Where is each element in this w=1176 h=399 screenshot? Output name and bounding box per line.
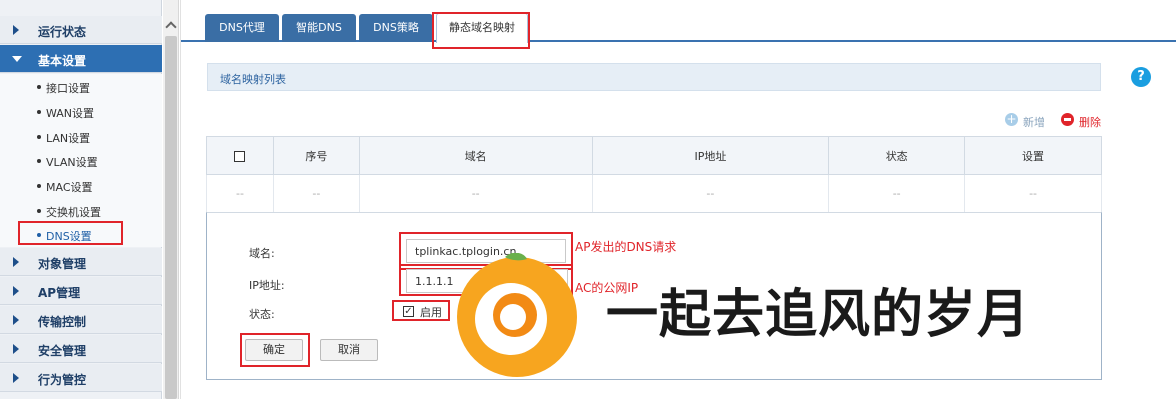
sidebar-item-ap-management[interactable]: AP管理	[0, 277, 162, 305]
sidebar-item-basic-settings[interactable]: 基本设置	[0, 45, 162, 73]
domain-mapping-table: 序号 域名 IP地址 状态 设置 -- -- -- -- -- --	[206, 136, 1102, 213]
table-cell: --	[591, 174, 830, 213]
sidebar: 运行状态 基本设置 接口设置 WAN设置 LAN设置 VLAN设置 MAC设置 …	[0, 0, 162, 399]
sidebar-item-label: 运行状态	[38, 25, 87, 39]
help-icon[interactable]: ?	[1131, 67, 1151, 87]
table-cell: --	[828, 174, 966, 213]
bullet-icon	[37, 135, 41, 139]
status-label: 状态:	[249, 308, 275, 321]
bullet-icon	[37, 159, 41, 163]
table-cell: --	[206, 174, 274, 213]
sidebar-subitem-lan[interactable]: LAN设置	[0, 124, 162, 149]
column-header: IP地址	[591, 136, 830, 175]
sidebar-subitem-mac[interactable]: MAC设置	[0, 173, 162, 198]
select-all-header[interactable]	[206, 136, 274, 175]
list-section-header: 域名映射列表	[207, 63, 1101, 91]
caret-right-icon	[13, 344, 19, 354]
bullet-icon	[37, 184, 41, 188]
table-row: -- -- -- -- -- --	[206, 174, 1102, 213]
caret-right-icon	[13, 286, 19, 296]
caret-right-icon	[13, 373, 19, 383]
sidebar-item-label: 基本设置	[38, 54, 87, 68]
tab-bar: DNS代理 智能DNS DNS策略 静态域名映射	[181, 13, 1176, 43]
sidebar-subitem-label: 接口设置	[46, 82, 90, 95]
cancel-button[interactable]: 取消	[320, 339, 378, 361]
sidebar-subitem-label: LAN设置	[46, 132, 91, 145]
ip-label: IP地址:	[249, 279, 285, 292]
bullet-icon	[37, 110, 41, 114]
column-header: 序号	[272, 136, 360, 175]
tab-smart-dns[interactable]: 智能DNS	[282, 14, 356, 42]
column-header: 状态	[828, 136, 966, 175]
delete-icon[interactable]	[1061, 113, 1074, 126]
column-header: 域名	[358, 136, 593, 175]
table-cell: --	[272, 174, 360, 213]
sidebar-subitem-switch[interactable]: 交换机设置	[0, 198, 162, 223]
sidebar-subitem-label: MAC设置	[46, 181, 93, 194]
table-cell: --	[964, 174, 1102, 213]
add-icon[interactable]: +	[1005, 113, 1018, 126]
highlight-box	[392, 300, 450, 321]
sidebar-subitem-vlan[interactable]: VLAN设置	[0, 148, 162, 173]
caret-right-icon	[13, 25, 19, 35]
sidebar-item-label: 对象管理	[38, 257, 87, 271]
sidebar-subitem-wan[interactable]: WAN设置	[0, 99, 162, 124]
highlight-box	[432, 12, 530, 49]
domain-label: 域名:	[249, 247, 275, 260]
highlight-box	[240, 333, 310, 367]
sidebar-item-label: 传输控制	[38, 315, 87, 329]
highlight-box	[18, 221, 123, 245]
sidebar-item-label: 安全管理	[38, 344, 87, 358]
sidebar-item-label: 行为管控	[38, 373, 87, 387]
add-button[interactable]: 新增	[1023, 114, 1045, 130]
sidebar-item-behavior-control[interactable]: 行为管控	[0, 364, 162, 392]
domain-annotation: AP发出的DNS请求	[575, 240, 677, 254]
sidebar-subitem-interface[interactable]: 接口设置	[0, 74, 162, 99]
table-cell: --	[358, 174, 593, 213]
caret-right-icon	[13, 257, 19, 267]
sidebar-item-object-management[interactable]: 对象管理	[0, 248, 162, 276]
sidebar-subitem-label: VLAN设置	[46, 156, 98, 169]
sidebar-subitem-label: WAN设置	[46, 107, 95, 120]
tab-dns-proxy[interactable]: DNS代理	[205, 14, 279, 42]
caret-right-icon	[13, 315, 19, 325]
caret-down-icon	[12, 56, 22, 62]
tab-dns-policy[interactable]: DNS策略	[359, 14, 433, 42]
sidebar-subitem-label: 交换机设置	[46, 206, 101, 219]
watermark-logo	[457, 253, 577, 377]
scroll-up-icon[interactable]	[166, 20, 176, 30]
column-header: 设置	[964, 136, 1102, 175]
sidebar-item-label: AP管理	[38, 286, 81, 300]
sidebar-item-transmission-control[interactable]: 传输控制	[0, 306, 162, 334]
scroll-thumb[interactable]	[165, 36, 177, 399]
table-header-row: 序号 域名 IP地址 状态 设置	[206, 136, 1102, 175]
delete-button[interactable]: 删除	[1079, 114, 1101, 130]
bullet-icon	[37, 85, 41, 89]
watermark-text: 一起去追风的岁月	[606, 285, 1031, 345]
select-all-checkbox[interactable]	[234, 150, 246, 162]
sidebar-item-running-status[interactable]: 运行状态	[0, 16, 162, 44]
sidebar-scrollbar[interactable]	[163, 0, 179, 399]
list-title: 域名映射列表	[220, 73, 286, 86]
bullet-icon	[37, 209, 41, 213]
sidebar-item-security-management[interactable]: 安全管理	[0, 335, 162, 363]
